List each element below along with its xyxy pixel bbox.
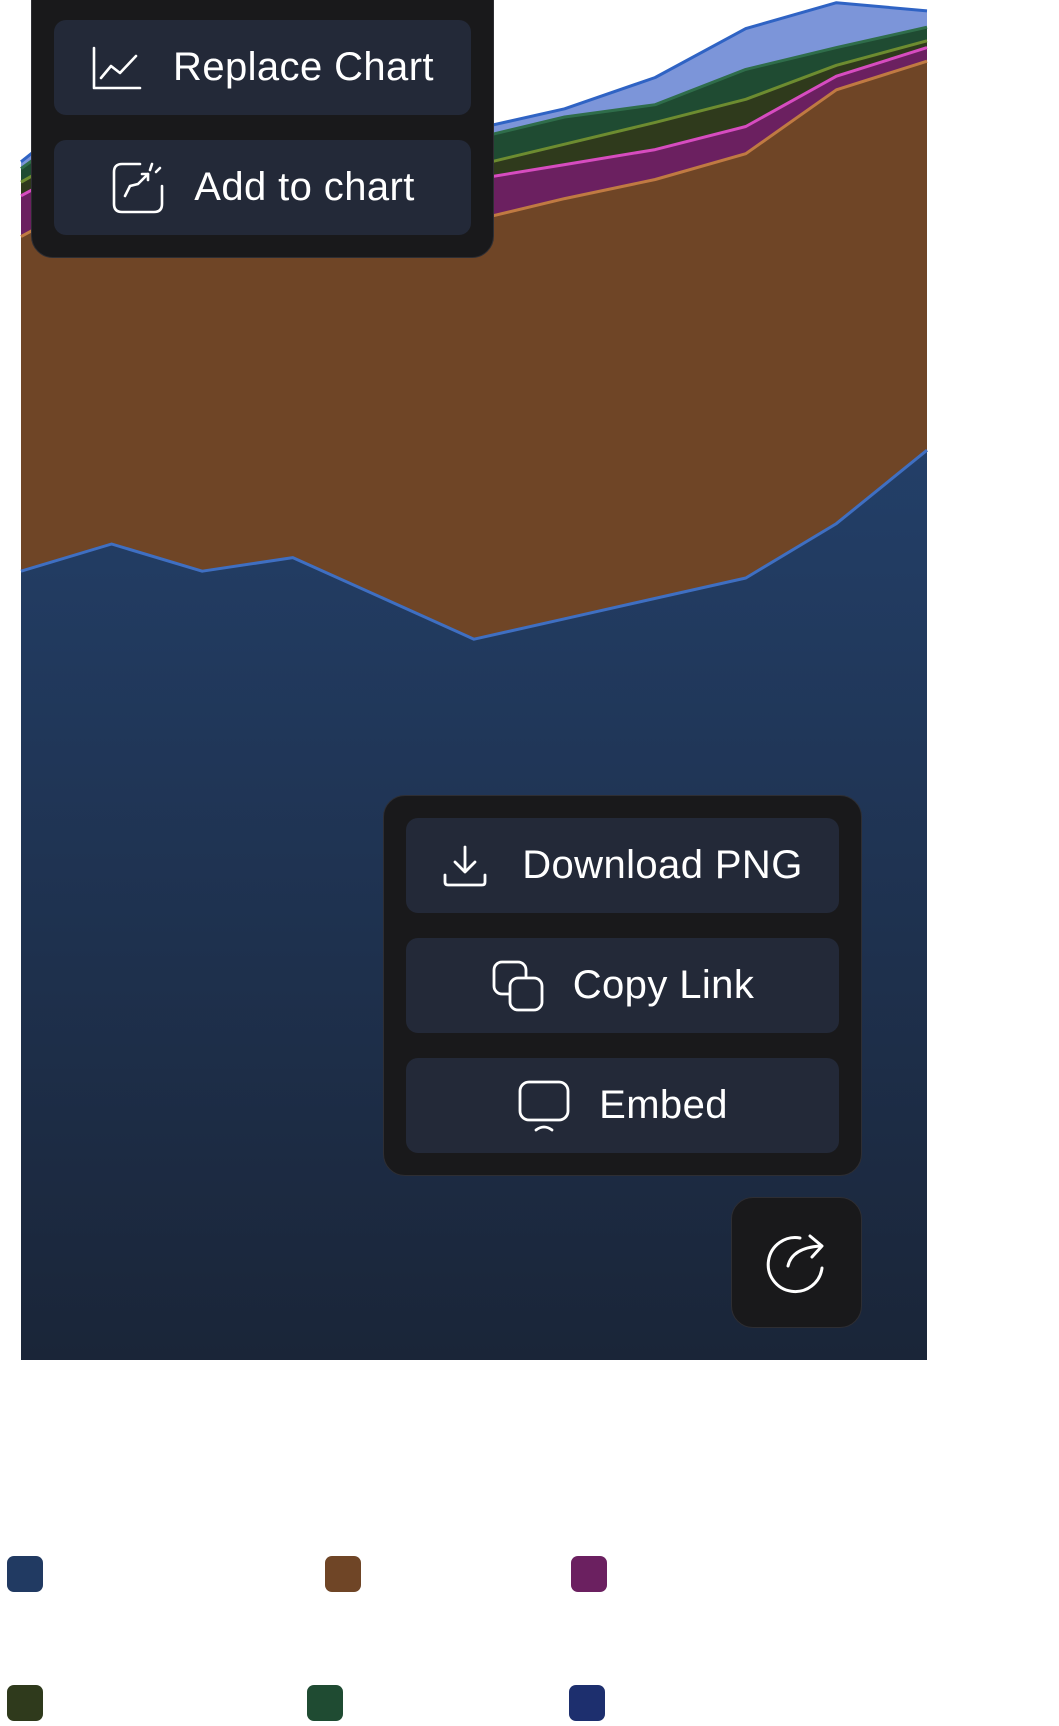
embed-icon xyxy=(518,1080,570,1131)
line-chart-icon xyxy=(92,46,142,89)
share-icon xyxy=(766,1234,823,1293)
chart-options-menu: Replace Chart Add to chart xyxy=(31,0,494,258)
share-button[interactable] xyxy=(731,1197,862,1328)
legend-swatch[interactable] xyxy=(569,1685,605,1721)
legend-swatch[interactable] xyxy=(307,1685,343,1721)
copy-link-button[interactable]: Copy Link xyxy=(406,938,839,1033)
copy-link-label: Copy Link xyxy=(572,963,755,1007)
download-png-label: Download PNG xyxy=(522,843,803,887)
share-menu: Download PNG Copy Link Embed xyxy=(383,795,862,1176)
replace-chart-button[interactable]: Replace Chart xyxy=(54,20,471,115)
download-icon xyxy=(443,845,487,886)
legend-swatch[interactable] xyxy=(571,1556,607,1592)
add-to-chart-button[interactable]: Add to chart xyxy=(54,140,471,235)
embed-button[interactable]: Embed xyxy=(406,1058,839,1153)
legend-swatch[interactable] xyxy=(7,1685,43,1721)
add-to-chart-label: Add to chart xyxy=(194,165,415,209)
legend-swatch[interactable] xyxy=(7,1556,43,1592)
download-png-button[interactable]: Download PNG xyxy=(406,818,839,913)
legend-swatch[interactable] xyxy=(325,1556,361,1592)
add-to-chart-icon xyxy=(112,162,164,213)
embed-label: Embed xyxy=(599,1083,728,1127)
copy-icon xyxy=(492,960,544,1011)
replace-chart-label: Replace Chart xyxy=(173,45,434,89)
